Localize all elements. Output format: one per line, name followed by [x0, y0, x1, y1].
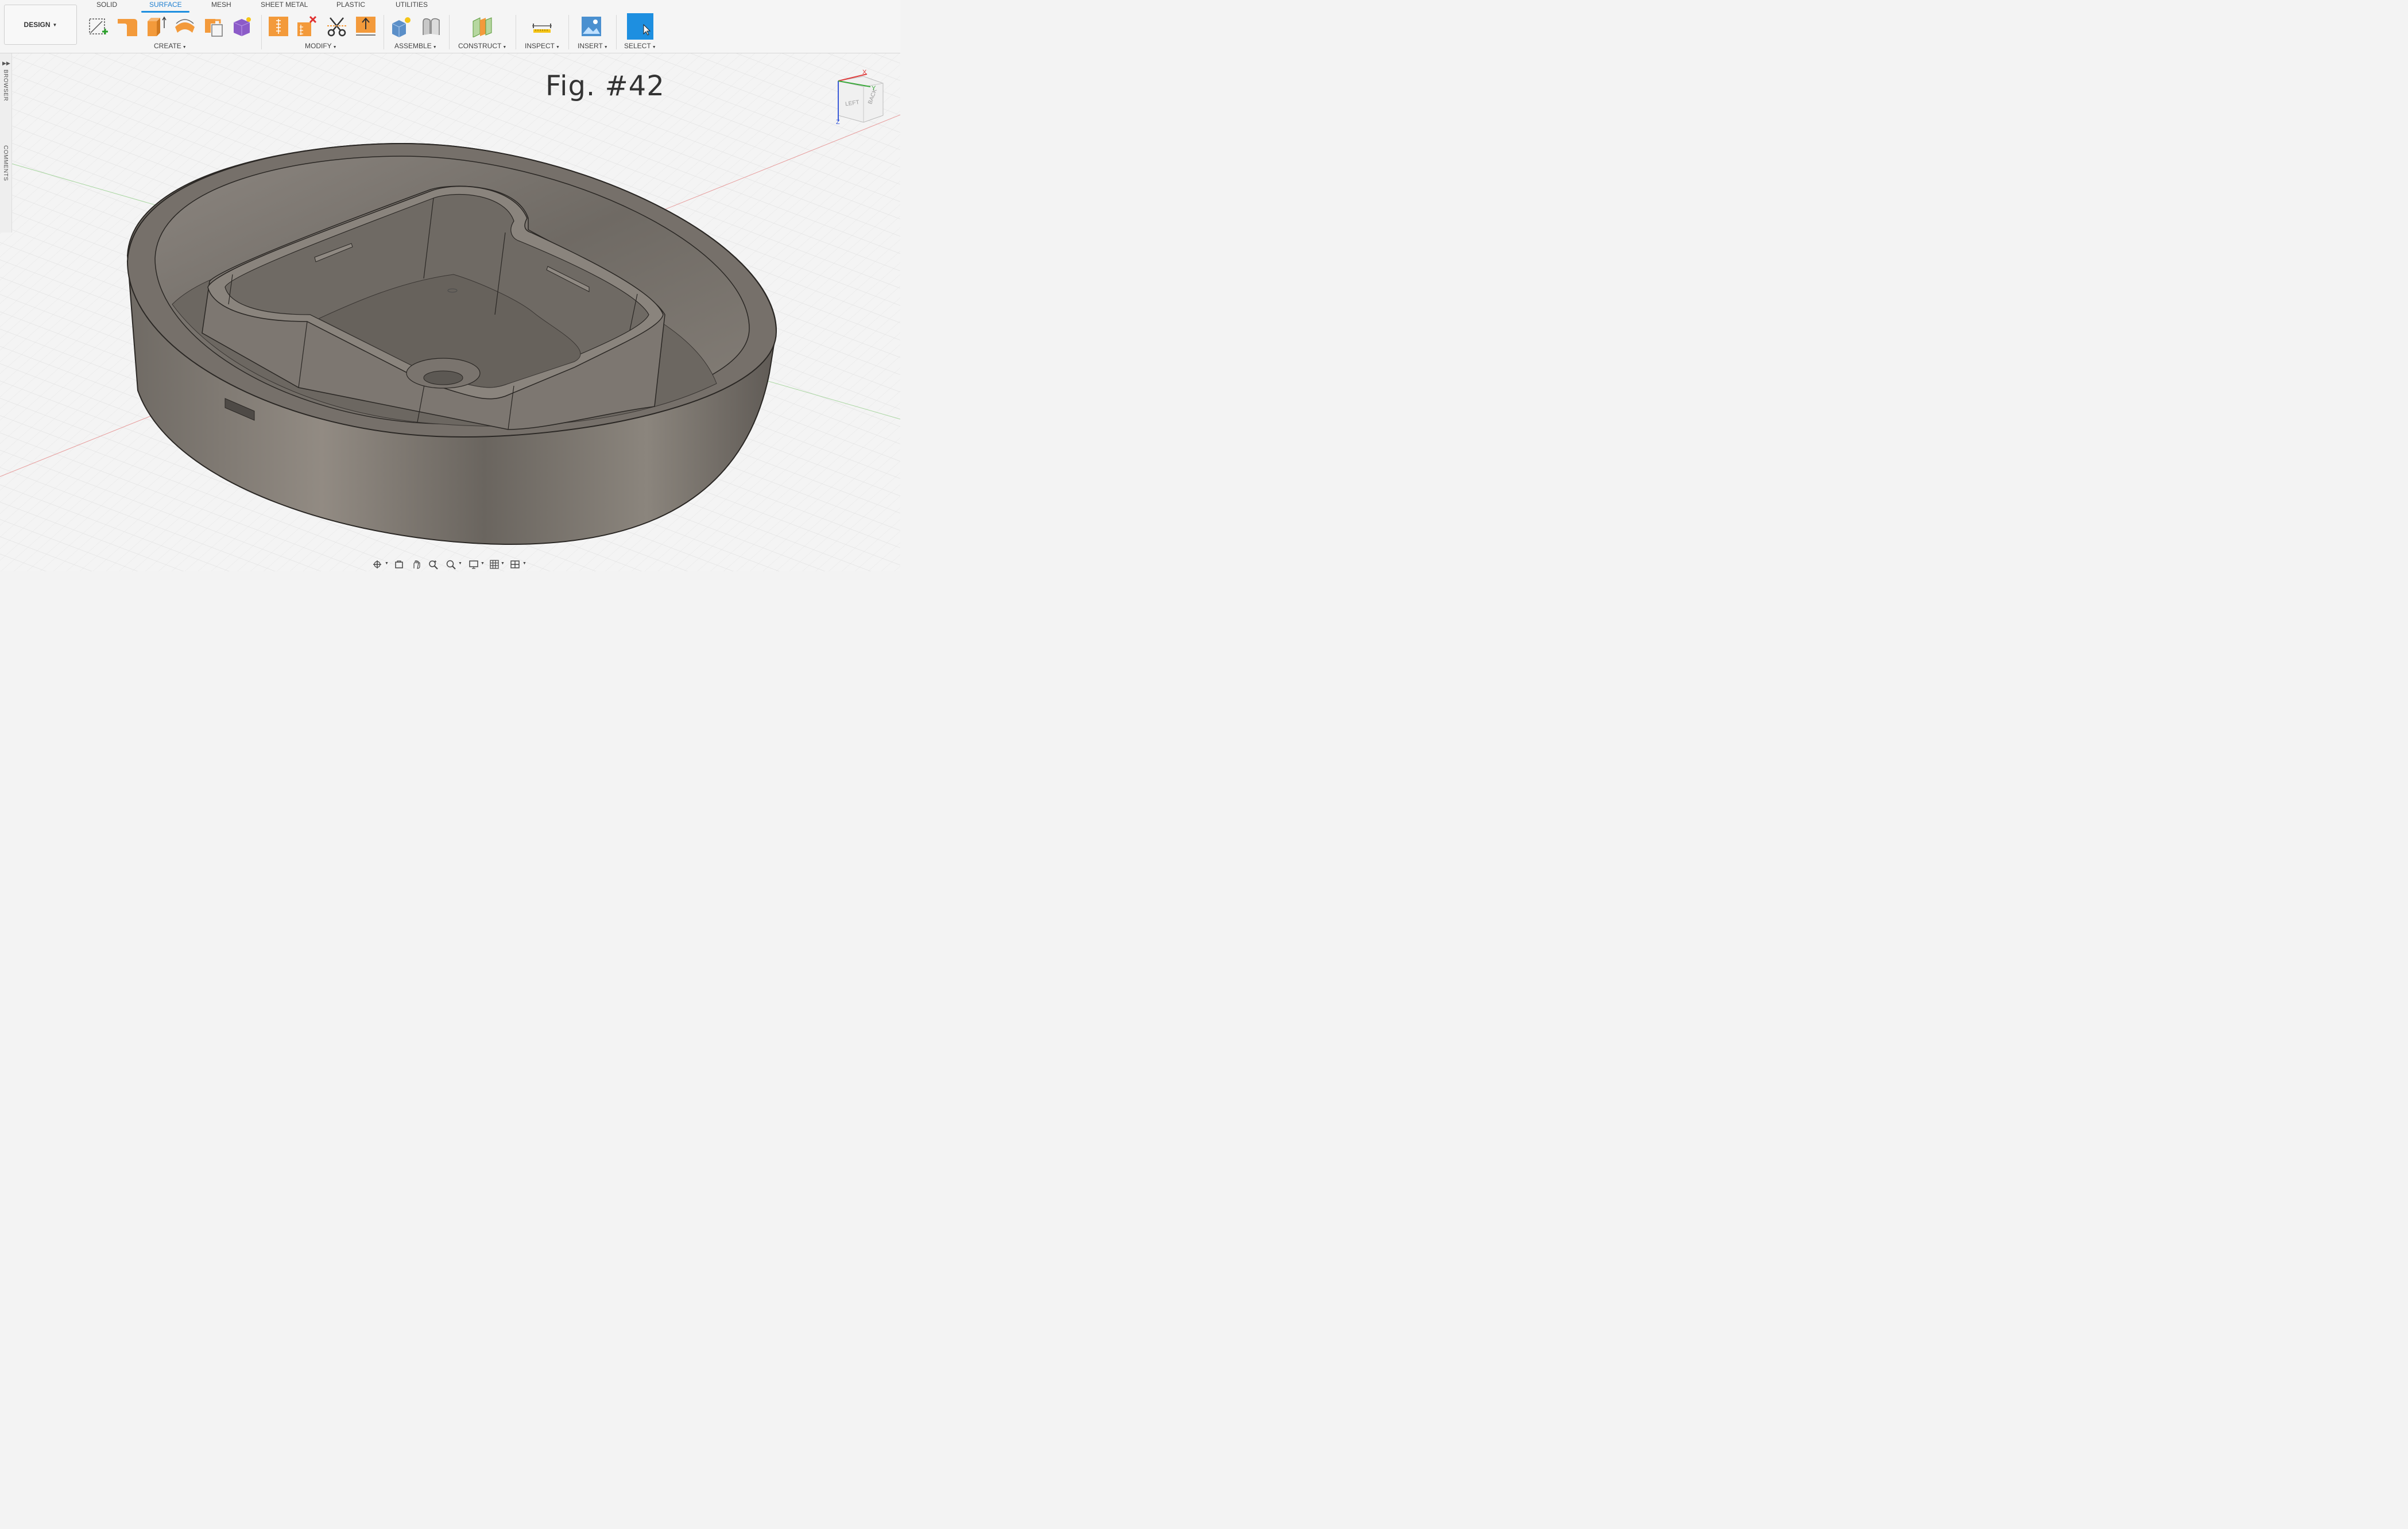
- tab-surface[interactable]: SURFACE: [149, 1, 182, 9]
- inspect-menu[interactable]: INSPECT ▼: [525, 42, 560, 50]
- workspace-dropdown[interactable]: DESIGN ▼: [4, 5, 77, 45]
- expand-icon[interactable]: ▶▶: [2, 60, 10, 67]
- grid-icon[interactable]: [489, 559, 500, 570]
- zoom-window-icon[interactable]: [446, 559, 456, 570]
- orbit-icon[interactable]: [372, 559, 382, 570]
- zoom-icon[interactable]: [428, 559, 439, 570]
- measure-icon[interactable]: [531, 16, 553, 37]
- insert-canvas-icon[interactable]: [580, 16, 602, 37]
- modify-menu[interactable]: MODIFY ▼: [305, 42, 337, 50]
- chevron-down-icon[interactable]: ▼: [385, 562, 389, 566]
- create-menu[interactable]: CREATE ▼: [154, 42, 187, 50]
- new-component-icon[interactable]: [390, 16, 412, 37]
- construct-menu[interactable]: CONSTRUCT ▼: [458, 42, 506, 50]
- select-menu[interactable]: SELECT ▼: [624, 42, 656, 50]
- axis-x-label: X: [862, 69, 867, 76]
- create-sketch-icon[interactable]: [87, 16, 109, 37]
- display-icon[interactable]: [469, 559, 479, 570]
- trim-icon[interactable]: [326, 16, 348, 37]
- active-tab-indicator: [141, 11, 189, 13]
- separator: [616, 15, 617, 49]
- view-cube[interactable]: LEFT BACK X Y Z: [834, 69, 886, 125]
- form-icon[interactable]: [231, 16, 253, 37]
- toolbar: DESIGN ▼ SOLID SURFACE MESH SHEET METAL …: [0, 0, 900, 53]
- revolve-icon[interactable]: [174, 16, 196, 37]
- canvas-viewport[interactable]: LEFT BACK X Y Z: [0, 53, 900, 571]
- axis-z-label: Z: [836, 119, 840, 125]
- tab-plastic[interactable]: PLASTIC: [336, 1, 365, 9]
- chevron-down-icon: ▼: [52, 22, 57, 28]
- tab-mesh[interactable]: MESH: [211, 1, 231, 9]
- chevron-down-icon[interactable]: ▼: [501, 562, 505, 566]
- assemble-menu[interactable]: ASSEMBLE ▼: [394, 42, 437, 50]
- separator: [568, 15, 569, 49]
- pan-icon[interactable]: [411, 559, 421, 570]
- comments-tab[interactable]: COMMENTS: [2, 145, 9, 181]
- insert-menu[interactable]: INSERT ▼: [578, 42, 608, 50]
- browser-tab[interactable]: BROWSER: [2, 69, 9, 101]
- chevron-down-icon[interactable]: ▼: [481, 562, 485, 566]
- drain-hole-inner: [423, 370, 463, 385]
- axis-y-label: Y: [872, 85, 876, 92]
- thicken-icon[interactable]: [355, 16, 377, 37]
- separator: [449, 15, 450, 49]
- unstitch-icon[interactable]: [296, 16, 318, 37]
- tab-sheet-metal[interactable]: SHEET METAL: [261, 1, 308, 9]
- offset-plane-icon[interactable]: [471, 16, 493, 37]
- select-icon[interactable]: [627, 13, 653, 40]
- chevron-down-icon[interactable]: ▼: [458, 562, 462, 566]
- stitch-icon[interactable]: [268, 16, 289, 37]
- model-scene: [0, 53, 900, 571]
- viewports-icon[interactable]: [510, 559, 520, 570]
- workspace-label: DESIGN: [24, 21, 51, 29]
- patch-icon[interactable]: [117, 16, 138, 37]
- extrude-icon[interactable]: [145, 16, 167, 37]
- navigation-bar: ▼ ▼ ▼ ▼ ▼: [367, 557, 534, 571]
- tab-utilities[interactable]: UTILITIES: [396, 1, 428, 9]
- side-panel: ▶▶ BROWSER COMMENTS: [0, 53, 12, 233]
- joint-icon[interactable]: [420, 16, 442, 37]
- tab-solid[interactable]: SOLID: [96, 1, 117, 9]
- offset-icon[interactable]: [203, 16, 224, 37]
- look-at-icon[interactable]: [394, 559, 404, 570]
- chevron-down-icon[interactable]: ▼: [522, 562, 526, 566]
- separator: [261, 15, 262, 49]
- figure-label: Fig. #42: [545, 70, 665, 102]
